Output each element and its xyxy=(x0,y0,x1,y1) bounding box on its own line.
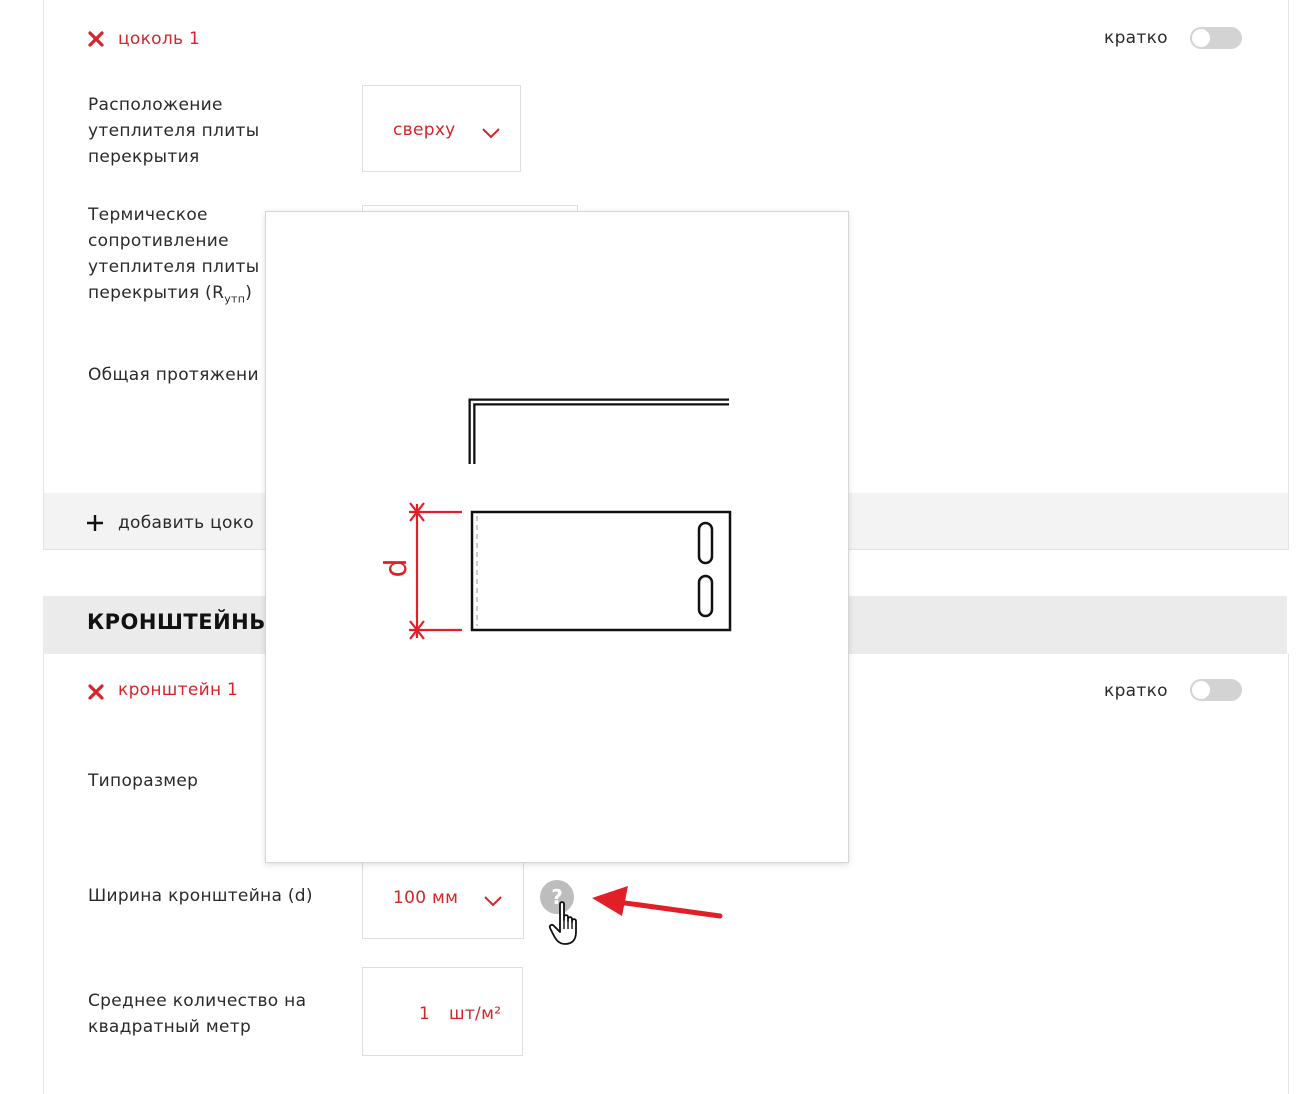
label-line: перекрытия (Rутп) xyxy=(88,280,259,312)
label-suffix: ) xyxy=(245,283,253,303)
toggle-knob xyxy=(1192,29,1210,47)
plinth-short-label: кратко xyxy=(1104,28,1168,48)
qty-label: Среднее количество на квадратный метр xyxy=(88,988,306,1040)
bracket-item-title[interactable]: кронштейн 1 xyxy=(118,677,238,703)
label-text: перекрытия (R xyxy=(88,283,225,303)
toggle-knob xyxy=(1192,681,1210,699)
qty-unit: шт/м² xyxy=(449,1004,502,1024)
bracket-plate xyxy=(470,510,732,632)
size-label: Типоразмер xyxy=(88,771,199,791)
plus-icon[interactable] xyxy=(86,514,104,532)
hand-cursor-icon xyxy=(548,901,577,945)
label-line: сопротивление xyxy=(88,231,229,251)
location-label: Расположение утеплителя плиты перекрытия xyxy=(88,92,259,170)
slot xyxy=(697,574,714,618)
label-line: Среднее количество на xyxy=(88,991,307,1011)
annotation-arrow-icon xyxy=(592,886,723,919)
bracket-short-label: кратко xyxy=(1104,681,1168,701)
label-line: квадратный метр xyxy=(88,1017,252,1037)
add-plinth-link[interactable]: добавить цоко xyxy=(118,510,254,536)
length-label: Общая протяжени xyxy=(88,365,259,385)
remove-bracket-icon[interactable] xyxy=(87,683,105,701)
label-subscript: утп xyxy=(224,292,246,306)
qty-value: 1 xyxy=(419,1004,431,1024)
chevron-down-icon xyxy=(484,896,502,907)
bracket-width-tooltip: d xyxy=(265,211,849,863)
width-label: Ширина кронштейна (d) xyxy=(88,886,313,906)
location-select[interactable]: сверху xyxy=(362,85,521,172)
thermal-label: Термическое сопротивление утеплителя пли… xyxy=(88,202,259,312)
qty-input[interactable]: 1 шт/м² xyxy=(362,967,523,1056)
slot xyxy=(697,521,714,565)
location-value: сверху xyxy=(393,120,456,140)
label-line: утеплителя плиты xyxy=(88,257,260,277)
bracket-short-toggle[interactable] xyxy=(1190,679,1242,701)
bracket-diagram: d xyxy=(379,398,732,640)
width-value: 100 мм xyxy=(393,888,459,908)
plinth-short-toggle[interactable] xyxy=(1190,27,1242,49)
label-line: Термическое xyxy=(88,205,208,225)
section-title: КРОНШТЕЙНЫ xyxy=(87,610,272,634)
dimension-line xyxy=(409,502,462,640)
width-select[interactable]: 100 мм xyxy=(362,862,524,939)
plinth-item-title[interactable]: цоколь 1 xyxy=(118,26,200,52)
remove-plinth-icon[interactable] xyxy=(87,30,105,48)
dimension-label: d xyxy=(379,558,414,577)
label-line: Расположение xyxy=(88,95,223,115)
chevron-down-icon xyxy=(482,128,500,139)
bracket-top-profile xyxy=(468,398,729,464)
label-line: перекрытия xyxy=(88,147,200,167)
label-line: утеплителя плиты xyxy=(88,121,260,141)
